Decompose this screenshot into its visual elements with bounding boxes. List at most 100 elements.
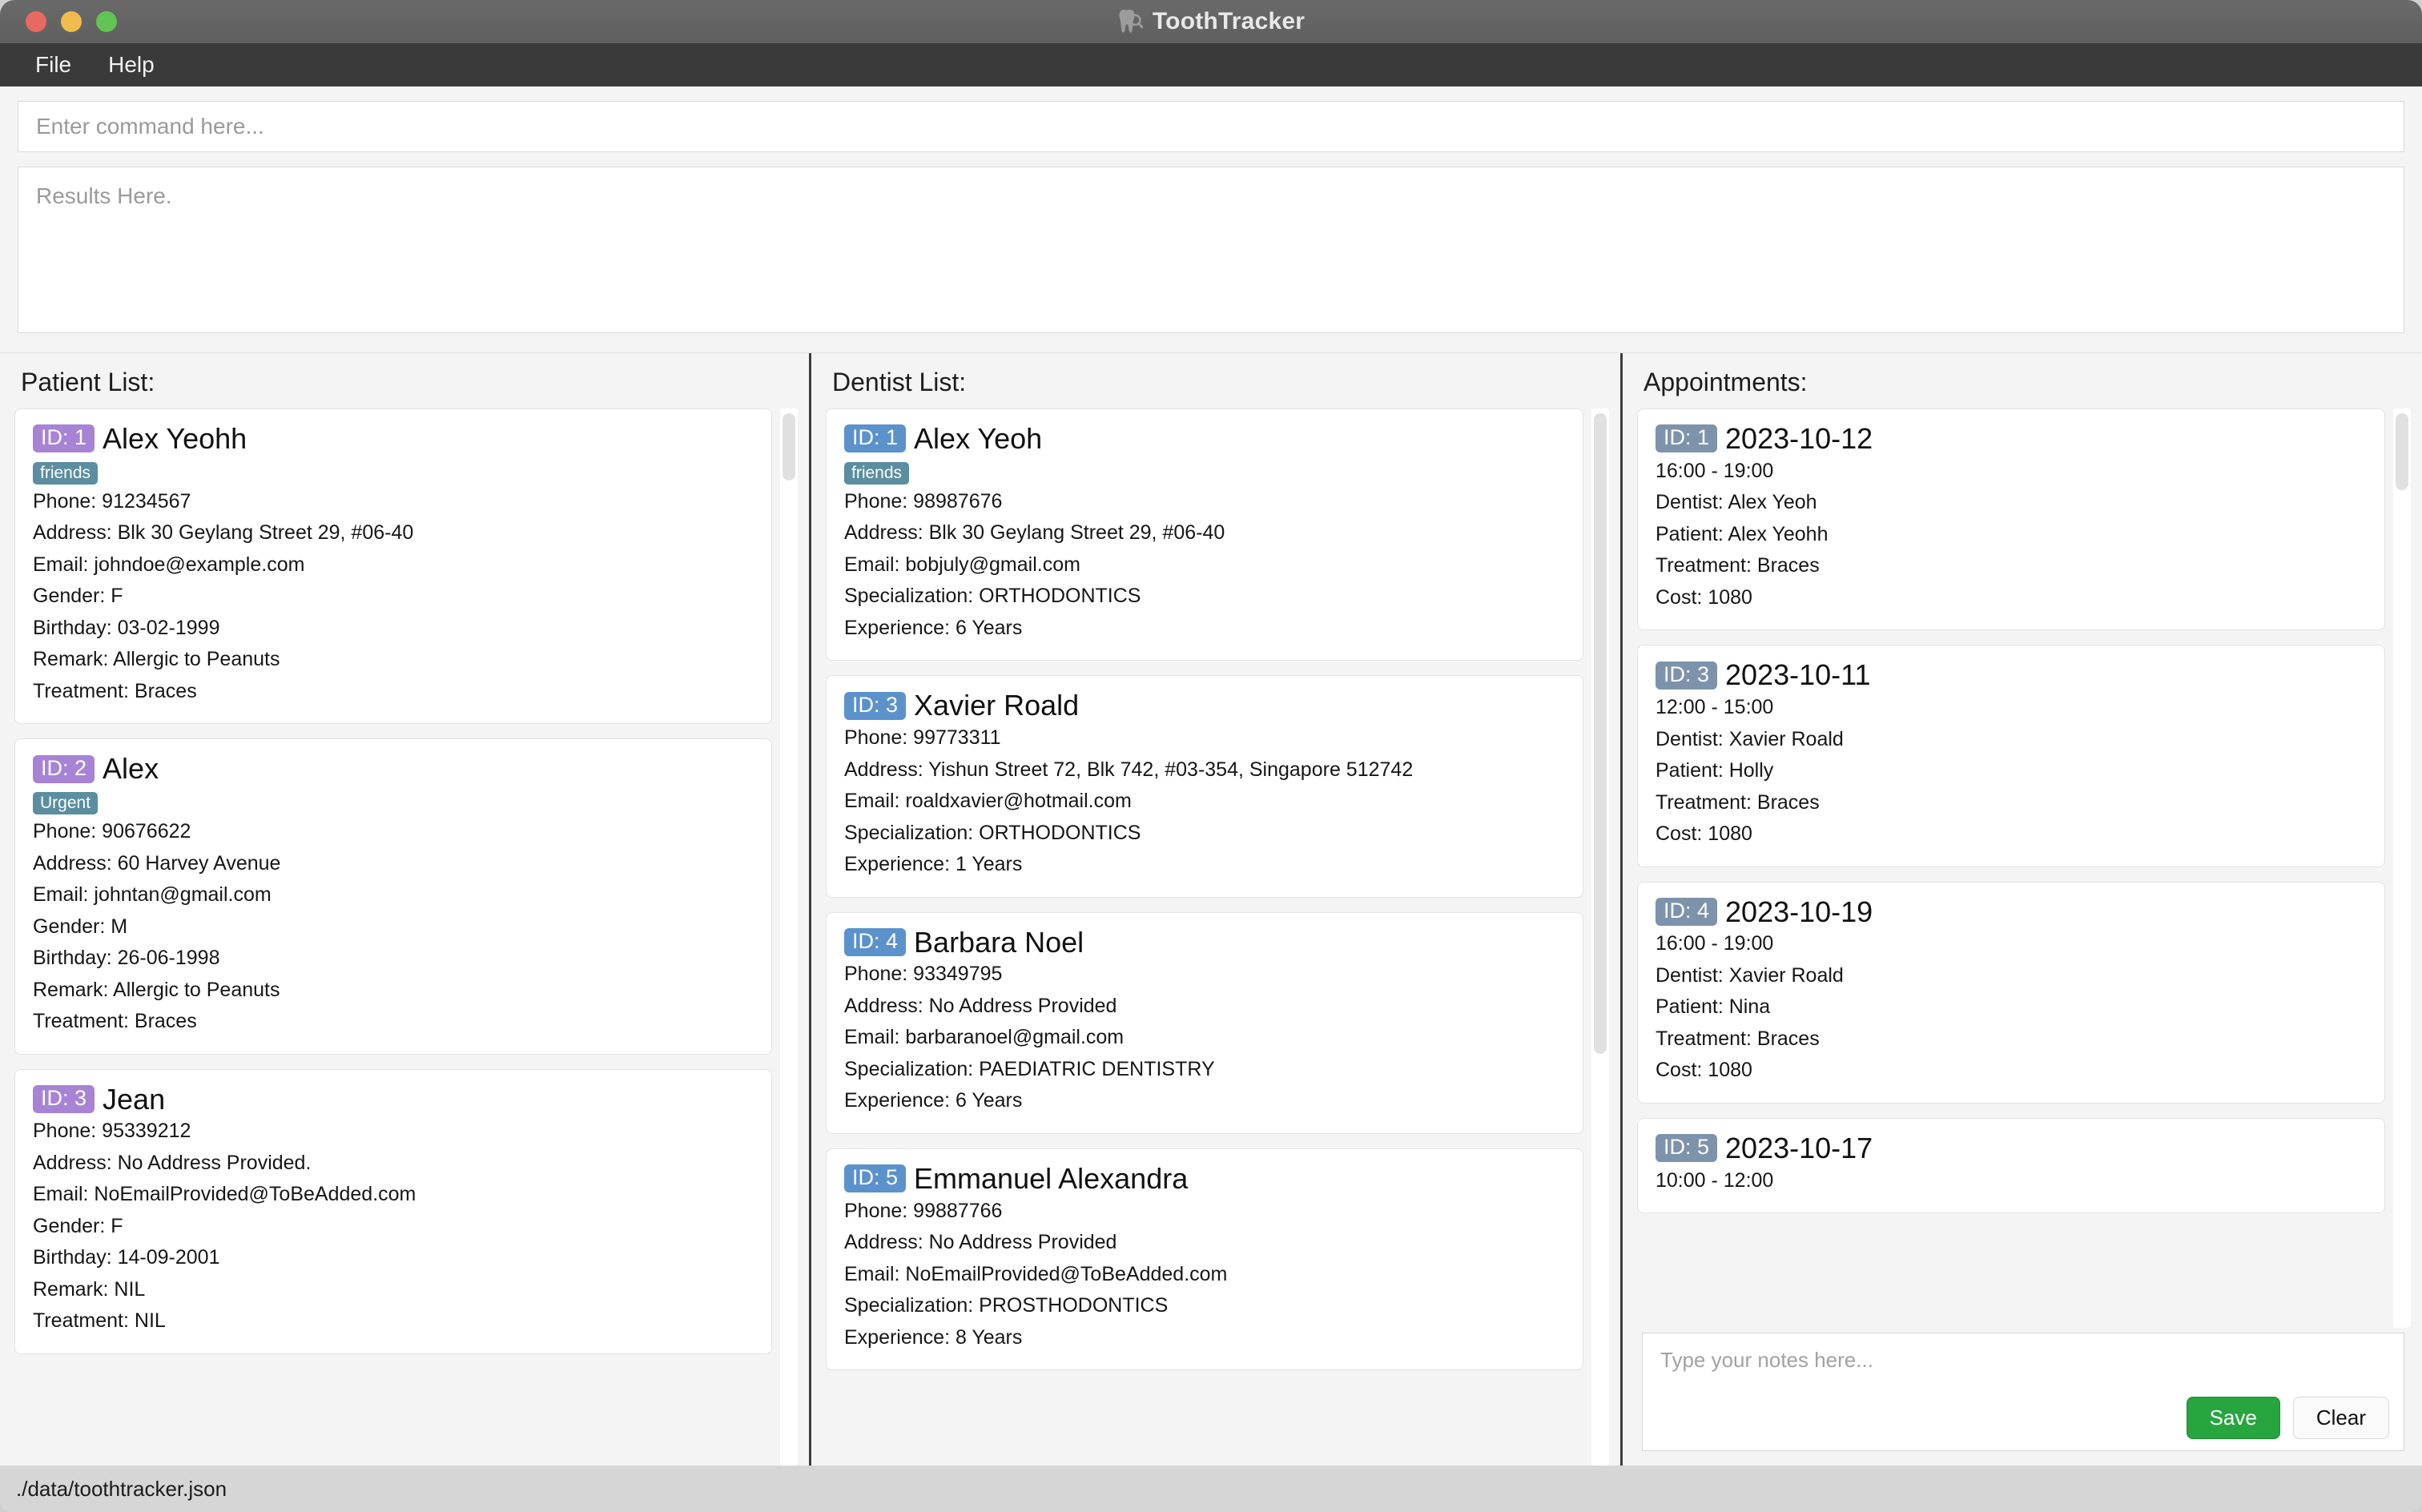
patient-card[interactable]: ID: 3 Jean Phone: 95339212 Address: No Addr… <box>14 1068 772 1354</box>
clear-button[interactable]: Clear <box>2292 1396 2389 1439</box>
appointment-id-badge: ID: 1 <box>1656 424 1718 453</box>
appointment-name: 2023-10-11 <box>1725 658 1871 692</box>
patient-tag: friends <box>33 461 99 485</box>
appointment-name: 2023-10-17 <box>1725 1131 1873 1164</box>
close-window-button[interactable] <box>26 11 46 32</box>
patient-scrollbar-thumb[interactable] <box>783 413 795 481</box>
patient-treatment: Treatment: Braces <box>33 1010 197 1033</box>
status-bar: ./data/toothtracker.json <box>0 1466 2422 1512</box>
notes-button-group: Save Clear <box>2186 1396 2389 1439</box>
dentist-specialization: Specialization: ORTHODONTICS <box>844 585 1141 608</box>
appointments-title: Appointments: <box>1644 368 1808 396</box>
dentist-scrollbar-thumb[interactable] <box>1594 413 1607 1054</box>
appointment-cost: Cost: 1080 <box>1656 585 1752 609</box>
status-bar-path: ./data/toothtracker.json <box>16 1476 227 1501</box>
patient-remark: Remark: Allergic to Peanuts <box>33 648 280 671</box>
appointment-treatment: Treatment: Braces <box>1656 554 1820 577</box>
appointment-id-badge: ID: 4 <box>1656 897 1718 926</box>
patient-scrollbar[interactable] <box>780 408 798 1466</box>
dentist-phone: Phone: 93349795 <box>844 963 1003 986</box>
dentist-specialization: Specialization: ORTHODONTICS <box>844 821 1141 844</box>
appointments-scrollbar[interactable] <box>2393 408 2411 1328</box>
appointment-cost: Cost: 1080 <box>1656 822 1752 846</box>
patient-gender: Gender: F <box>33 1214 123 1237</box>
patient-id-badge: ID: 1 <box>33 424 95 453</box>
dentist-card[interactable]: ID: 5 Emmanuel Alexandra Phone: 99887766 Ad… <box>826 1148 1583 1371</box>
card-header: ID: 4 2023-10-19 <box>1656 895 2367 928</box>
appointment-time: 10:00 - 12:00 <box>1656 1168 1774 1192</box>
dentist-name: Emmanuel Alexandra <box>914 1161 1189 1195</box>
appointment-patient: Patient: Holly <box>1656 759 1774 782</box>
appointment-card[interactable]: ID: 4 2023-10-19 16:00 - 19:00 Dentist: Xav… <box>1637 881 2385 1104</box>
menu-item-file[interactable]: File <box>21 47 86 82</box>
window-controls[interactable] <box>26 11 117 32</box>
command-input[interactable]: Enter command here... <box>18 101 2404 152</box>
dentist-address: Address: Yishun Street 72, Blk 742, #03-… <box>844 758 1414 781</box>
card-header: ID: 2 Alex <box>33 754 754 784</box>
appointment-name: 2023-10-19 <box>1725 895 1873 928</box>
dentist-card-stack: ID: 1 Alex Yeoh friends Phone: 98987676 Addr… <box>826 408 1583 1466</box>
dentist-email: Email: barbaranoel@gmail.com <box>844 1026 1124 1049</box>
patient-list-title: Patient List: <box>21 368 155 396</box>
appointment-card-stack: ID: 1 2023-10-12 16:00 - 19:00 Dentist: Ale… <box>1637 408 2385 1328</box>
patient-birthday: Birthday: 03-02-1999 <box>33 616 220 639</box>
patient-name: Alex Yeohh <box>103 422 247 455</box>
dentist-specialization: Specialization: PROSTHODONTICS <box>844 1294 1169 1317</box>
dentist-address: Address: No Address Provided <box>844 1231 1117 1254</box>
card-header: ID: 1 2023-10-12 <box>1656 424 2367 454</box>
appointment-card[interactable]: ID: 1 2023-10-12 16:00 - 19:00 Dentist: Ale… <box>1637 408 2385 631</box>
dentist-list-title: Dentist List: <box>832 368 967 396</box>
card-header: ID: 5 Emmanuel Alexandra <box>844 1164 1565 1194</box>
patient-address: Address: No Address Provided. <box>33 1151 312 1174</box>
patient-tag: Urgent <box>33 792 99 815</box>
dentist-specialization: Specialization: PAEDIATRIC DENTISTRY <box>844 1057 1215 1080</box>
app-title: ToothTracker <box>1152 8 1306 34</box>
patient-name: Alex <box>103 752 159 786</box>
card-header: ID: 1 Alex Yeohh <box>33 424 754 454</box>
appointment-card[interactable]: ID: 3 2023-10-11 12:00 - 15:00 Dentist: Xav… <box>1637 645 2385 867</box>
window-titlebar: ToothTracker <box>0 0 2422 43</box>
appointments-scrollbar-thumb[interactable] <box>2396 413 2408 490</box>
dentist-card[interactable]: ID: 1 Alex Yeoh friends Phone: 98987676 Addr… <box>826 408 1583 662</box>
notes-box[interactable]: Type your notes here... Save Clear <box>1642 1333 2404 1451</box>
results-area: Results Here. <box>0 152 2422 333</box>
card-header: ID: 4 Barbara Noel <box>844 927 1565 958</box>
card-header: ID: 1 Alex Yeoh <box>844 424 1565 454</box>
dentist-id-badge: ID: 1 <box>844 424 907 453</box>
patient-card[interactable]: ID: 1 Alex Yeohh friends Phone: 91234567 Add… <box>14 408 772 725</box>
patient-address: Address: Blk 30 Geylang Street 29, #06-4… <box>33 521 414 545</box>
card-header: ID: 3 2023-10-11 <box>1656 660 2367 690</box>
dentist-card[interactable]: ID: 4 Barbara Noel Phone: 93349795 Address:… <box>826 911 1583 1134</box>
dentist-card[interactable]: ID: 3 Xavier Roald Phone: 99773311 Address:… <box>826 675 1583 898</box>
result-display: Results Here. <box>18 167 2404 333</box>
patient-id-badge: ID: 2 <box>33 754 95 783</box>
appointment-name: 2023-10-12 <box>1725 422 1873 455</box>
menu-item-help[interactable]: Help <box>94 47 169 82</box>
patient-card[interactable]: ID: 2 Alex Urgent Phone: 90676622 Address: 6… <box>14 738 772 1055</box>
appointment-dentist: Dentist: Alex Yeoh <box>1656 491 1817 514</box>
dentist-experience: Experience: 6 Years <box>844 1089 1023 1112</box>
dentist-address: Address: No Address Provided <box>844 994 1117 1017</box>
dentist-experience: Experience: 8 Years <box>844 1325 1023 1349</box>
dentist-scrollbar[interactable] <box>1591 408 1609 1466</box>
patient-gender: Gender: M <box>33 915 128 938</box>
dentist-tag: friends <box>844 461 910 485</box>
appointment-cost: Cost: 1080 <box>1656 1059 1752 1082</box>
dentist-email: Email: NoEmailProvided@ToBeAdded.com <box>844 1262 1228 1285</box>
save-button[interactable]: Save <box>2186 1396 2280 1439</box>
maximize-window-button[interactable] <box>96 11 117 32</box>
notes-input[interactable]: Type your notes here... <box>1660 1348 2386 1373</box>
appointment-time: 16:00 - 19:00 <box>1656 932 1774 955</box>
dentist-email: Email: roaldxavier@hotmail.com <box>844 790 1132 813</box>
card-header: ID: 3 Jean <box>33 1084 754 1115</box>
appointment-card[interactable]: ID: 5 2023-10-17 10:00 - 12:00 <box>1637 1117 2385 1214</box>
dentist-phone: Phone: 98987676 <box>844 489 1003 513</box>
dentist-address: Address: Blk 30 Geylang Street 29, #06-4… <box>844 521 1225 545</box>
appointment-treatment: Treatment: Braces <box>1656 790 1820 814</box>
dentist-phone: Phone: 99773311 <box>844 726 1001 750</box>
appointment-id-badge: ID: 3 <box>1656 661 1718 690</box>
appointment-time: 12:00 - 15:00 <box>1656 696 1774 719</box>
dentist-name: Barbara Noel <box>914 925 1084 959</box>
minimize-window-button[interactable] <box>61 11 82 32</box>
patient-phone: Phone: 95339212 <box>33 1120 191 1143</box>
